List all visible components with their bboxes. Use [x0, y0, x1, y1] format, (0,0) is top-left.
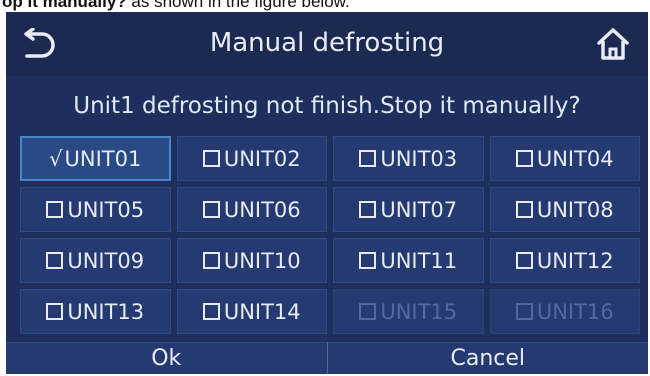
checkbox-icon	[46, 303, 64, 320]
unit-label: UNIT04	[536, 146, 614, 171]
unit-selection-grid: √ UNIT01 UNIT02 UNIT03 UNIT04 UNIT05 UNIT06 UNI…	[20, 136, 640, 334]
unit-label: UNIT02	[223, 146, 301, 171]
checkbox-icon	[359, 252, 377, 269]
checkbox-icon	[515, 201, 533, 218]
unit-option-13[interactable]: UNIT13	[20, 289, 171, 334]
checkbox-icon	[515, 150, 533, 167]
controller-screen: Manual defrosting Unit1 defrosting not f…	[6, 12, 648, 374]
caption-bold-text: op it manually?	[2, 0, 127, 11]
home-icon[interactable]	[594, 26, 632, 62]
checkbox-icon	[359, 303, 377, 320]
checkbox-icon	[359, 201, 377, 218]
unit-label: UNIT10	[223, 248, 301, 273]
unit-label: UNIT13	[67, 299, 145, 324]
ok-button[interactable]: Ok	[6, 342, 327, 374]
unit-option-16: UNIT16	[489, 289, 640, 334]
caption-rest-text: as shown in the figure below.	[126, 0, 350, 11]
unit-option-14[interactable]: UNIT14	[176, 289, 327, 334]
caption-text: op it manually? as shown in the figure b…	[2, 0, 350, 12]
footer-bar: Ok Cancel	[6, 342, 648, 374]
unit-option-1[interactable]: √ UNIT01	[20, 136, 171, 181]
unit-label: UNIT06	[223, 197, 301, 222]
checkbox-icon	[202, 252, 220, 269]
unit-label: UNIT09	[67, 248, 145, 273]
unit-label: UNIT03	[380, 146, 458, 171]
unit-option-11[interactable]: UNIT11	[333, 238, 484, 283]
unit-option-5[interactable]: UNIT05	[20, 187, 171, 232]
checkbox-icon	[515, 252, 533, 269]
unit-option-7[interactable]: UNIT07	[333, 187, 484, 232]
unit-label: UNIT01	[64, 146, 142, 171]
defrost-message: Unit1 defrosting not finish.Stop it manu…	[73, 93, 581, 119]
unit-label: UNIT14	[223, 299, 301, 324]
unit-label: UNIT08	[536, 197, 614, 222]
unit-option-2[interactable]: UNIT02	[176, 136, 327, 181]
unit-option-3[interactable]: UNIT03	[333, 136, 484, 181]
unit-option-9[interactable]: UNIT09	[20, 238, 171, 283]
unit-option-6[interactable]: UNIT06	[176, 187, 327, 232]
unit-option-4[interactable]: UNIT04	[489, 136, 640, 181]
checkbox-icon	[202, 201, 220, 218]
cancel-button[interactable]: Cancel	[326, 342, 648, 374]
unit-label: UNIT15	[380, 299, 458, 324]
unit-option-8[interactable]: UNIT08	[489, 187, 640, 232]
unit-label: UNIT16	[536, 299, 614, 324]
checkbox-icon	[46, 201, 64, 218]
unit-option-12[interactable]: UNIT12	[489, 238, 640, 283]
header-bar: Manual defrosting	[6, 12, 648, 76]
check-mark-icon: √	[49, 146, 63, 171]
checkbox-icon	[202, 150, 220, 167]
document-caption: op it manually? as shown in the figure b…	[0, 0, 650, 12]
checkbox-icon	[359, 150, 377, 167]
checkbox-icon	[46, 252, 64, 269]
unit-label: UNIT12	[536, 248, 614, 273]
unit-label: UNIT07	[380, 197, 458, 222]
unit-option-15: UNIT15	[333, 289, 484, 334]
checkbox-icon	[515, 303, 533, 320]
checkbox-icon	[202, 303, 220, 320]
unit-label: UNIT05	[67, 197, 145, 222]
unit-label: UNIT11	[380, 248, 458, 273]
page-title: Manual defrosting	[209, 28, 445, 58]
unit-option-10[interactable]: UNIT10	[176, 238, 327, 283]
